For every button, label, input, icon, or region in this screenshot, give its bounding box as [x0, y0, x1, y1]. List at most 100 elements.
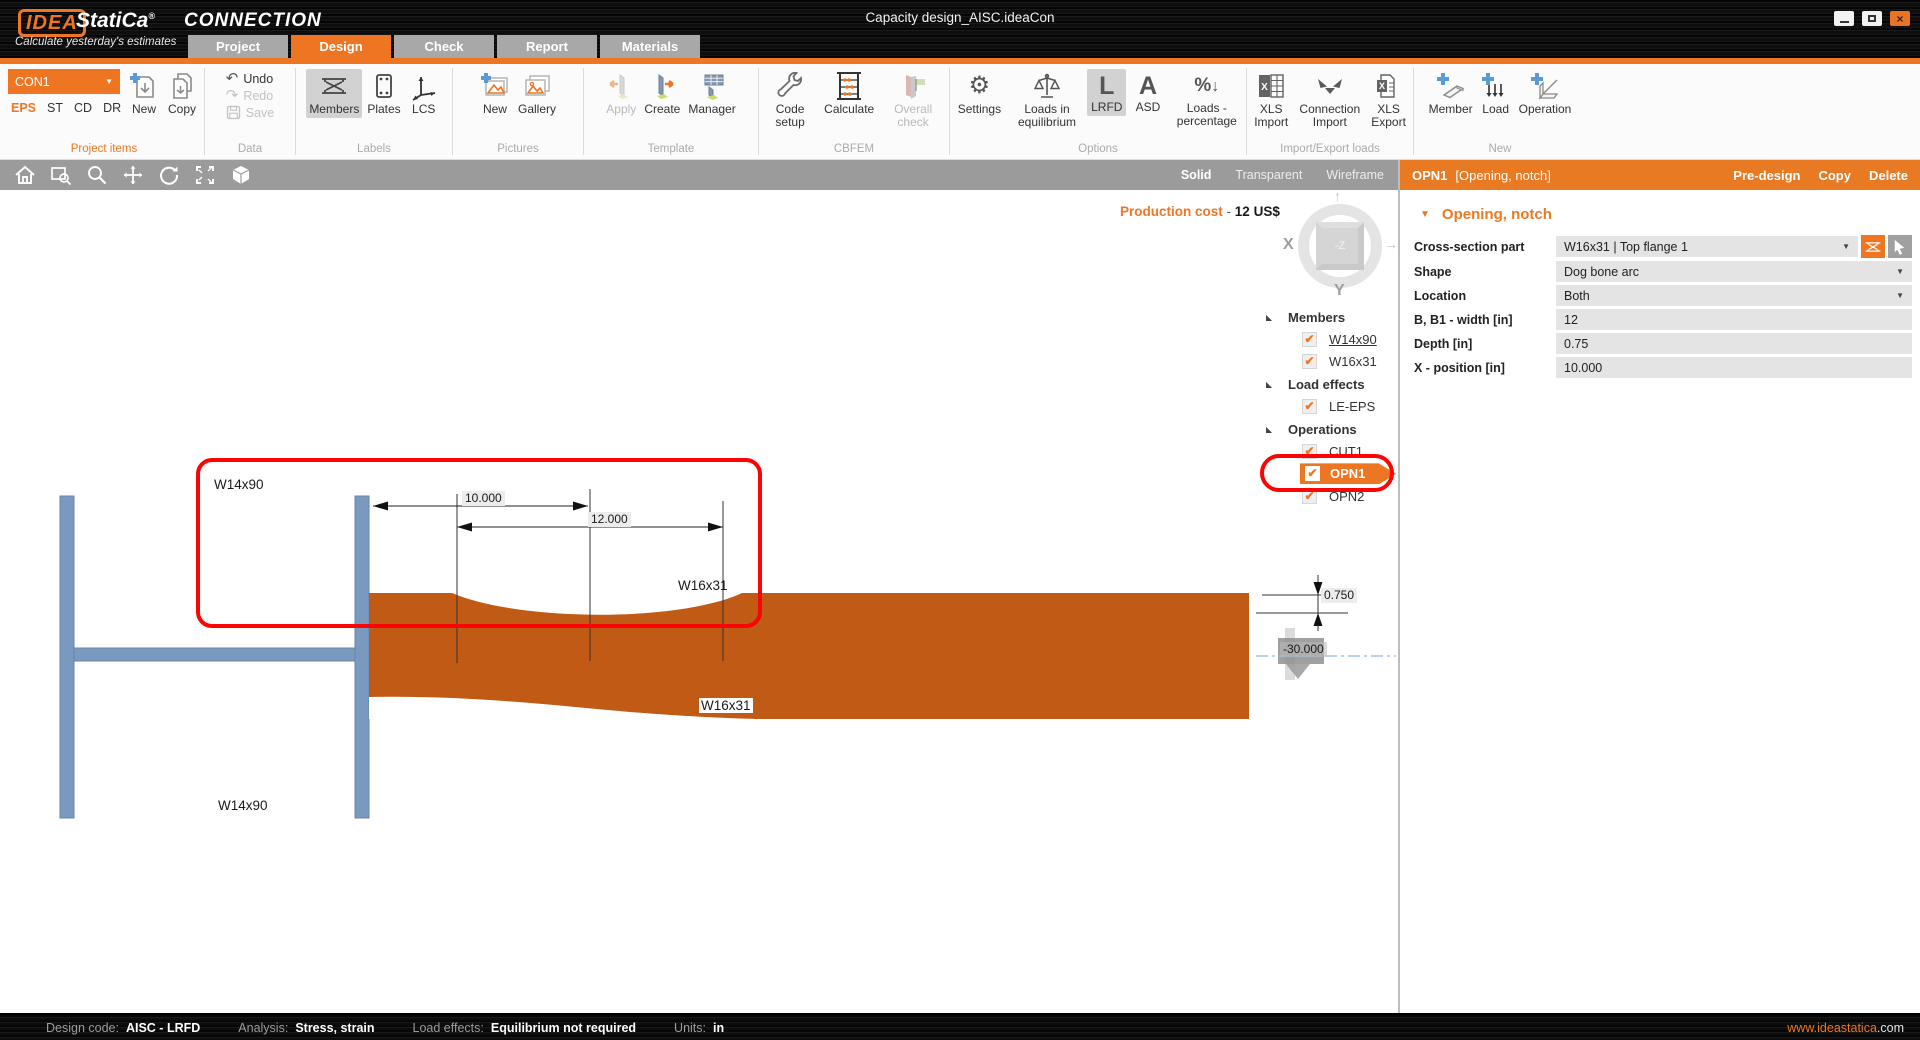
mode-eps[interactable]: EPS	[11, 101, 36, 115]
zoom-fit-icon[interactable]	[194, 164, 216, 186]
apply-template-button[interactable]: Apply	[603, 69, 639, 118]
tree-section-operations[interactable]: Operations	[1288, 422, 1357, 437]
window-controls: ×	[1834, 11, 1910, 26]
close-button[interactable]: ×	[1890, 11, 1910, 26]
gallery-button[interactable]: Gallery	[515, 69, 559, 118]
property-label: Depth [in]	[1414, 336, 1473, 351]
rotate-icon[interactable]	[158, 164, 180, 186]
property-label: B, B1 - width [in]	[1414, 312, 1513, 327]
copy-project-item-button[interactable]: Copy	[164, 69, 200, 118]
tab-report[interactable]: Report	[497, 35, 597, 58]
home-icon[interactable]	[14, 164, 36, 186]
create-label: Create	[644, 102, 681, 116]
undo-button[interactable]: ↶ Undo	[226, 71, 275, 86]
cursor-icon	[1894, 239, 1905, 255]
gallery-icon	[525, 75, 550, 96]
view-mode-solid[interactable]: Solid	[1181, 168, 1212, 182]
new-picture-icon	[480, 73, 508, 96]
width-input[interactable]: 12	[1556, 309, 1912, 330]
asd-button[interactable]: A ASD	[1128, 69, 1167, 116]
production-cost-label: Production cost	[1120, 204, 1223, 219]
calculate-button[interactable]: Calculate	[821, 69, 877, 118]
website-link[interactable]: www.ideastatica.com	[1787, 1021, 1904, 1035]
predesign-button[interactable]: Pre-design	[1733, 168, 1800, 183]
location-dropdown[interactable]: Both ▼	[1556, 285, 1912, 306]
status-value: Stress, strain	[295, 1020, 375, 1035]
delete-operation-button[interactable]: Delete	[1869, 168, 1908, 183]
depth-input[interactable]: 0.75	[1556, 333, 1912, 354]
minimize-button[interactable]	[1834, 11, 1854, 26]
new-project-item-button[interactable]: New	[126, 69, 162, 118]
main-tabs: Project Design Check Report Materials	[188, 35, 700, 58]
section-opening-notch[interactable]: ▼ Opening, notch	[1420, 206, 1912, 223]
status-value: in	[713, 1020, 725, 1035]
mode-dr[interactable]: DR	[103, 101, 121, 115]
members-labels-button[interactable]: Members	[306, 69, 363, 118]
shape-dropdown[interactable]: Dog bone arc ▼	[1556, 261, 1912, 282]
tab-project[interactable]: Project	[188, 35, 288, 58]
tree-item-w16x31[interactable]: ✔ W16x31	[1302, 354, 1377, 370]
expander-icon[interactable]: ◣	[1266, 380, 1278, 389]
group-label-labels: Labels	[357, 143, 391, 155]
code-setup-button[interactable]: Code setup	[761, 69, 819, 131]
save-button[interactable]: Save	[226, 105, 274, 120]
new-member-button[interactable]: Member	[1426, 69, 1476, 118]
cross-section-part-dropdown[interactable]: W16x31 | Top flange 1 ▼	[1556, 236, 1858, 257]
zoom-icon[interactable]	[86, 164, 108, 186]
pan-icon[interactable]	[122, 164, 144, 186]
xls-icon: X	[1376, 74, 1395, 98]
ribbon-separator	[452, 68, 453, 155]
zoom-window-icon[interactable]	[50, 164, 72, 186]
new-operation-button[interactable]: Operation	[1516, 69, 1575, 118]
connection-import-button[interactable]: Connection Import	[1295, 69, 1364, 131]
new-picture-button[interactable]: New	[477, 69, 513, 118]
production-cost-value: 12 US$	[1234, 204, 1280, 219]
template-manager-button[interactable]: Manager	[685, 69, 738, 118]
statica-logo: StatiCa®	[76, 9, 155, 33]
new-load-button[interactable]: Load	[1478, 69, 1514, 118]
settings-button[interactable]: ⚙ Settings	[952, 69, 1007, 118]
create-template-button[interactable]: Create	[641, 69, 683, 118]
mode-st[interactable]: ST	[47, 101, 63, 115]
expander-icon[interactable]: ◣	[1266, 425, 1278, 434]
group-label-template: Template	[647, 143, 695, 155]
xls-import-button[interactable]: X XLS Import	[1249, 69, 1293, 131]
plates-labels-button[interactable]: Plates	[364, 69, 403, 118]
model-canvas[interactable]: W14x90 W14x90 W16x31 W16x31 10.000 12.00…	[0, 190, 1398, 1013]
loads-in-equilibrium-button[interactable]: Loads in equilibrium	[1009, 69, 1085, 131]
manager-icon	[704, 74, 724, 100]
maximize-button[interactable]	[1862, 11, 1882, 26]
view-mode-transparent[interactable]: Transparent	[1235, 168, 1302, 182]
expander-icon[interactable]: ◣	[1266, 313, 1278, 322]
xls-export-button[interactable]: X XLS Export	[1366, 69, 1411, 131]
svg-text:X: X	[1261, 82, 1268, 93]
checkbox-checked-icon[interactable]: ✔	[1302, 354, 1317, 370]
tab-design[interactable]: Design	[291, 35, 391, 58]
apply-label: Apply	[606, 102, 637, 116]
tab-check[interactable]: Check	[394, 35, 494, 58]
solid-view-icon[interactable]	[230, 164, 252, 186]
tree-item-le-eps[interactable]: ✔ LE-EPS	[1302, 399, 1375, 415]
mode-cd[interactable]: CD	[74, 101, 92, 115]
main-area: Solid Transparent Wireframe W14x90 W14x9…	[0, 160, 1920, 1013]
cross-section-picker-button[interactable]	[1861, 235, 1885, 258]
checkbox-checked-icon[interactable]: ✔	[1302, 399, 1317, 415]
redo-button[interactable]: ↷ Redo	[226, 88, 275, 103]
select-in-scene-button[interactable]	[1888, 235, 1912, 258]
checkbox-checked-icon[interactable]: ✔	[1302, 332, 1317, 348]
tree-section-members[interactable]: Members	[1288, 310, 1345, 325]
overall-check-button[interactable]: Overall check	[879, 69, 947, 131]
tree-item-w14x90[interactable]: ✔ W14x90	[1302, 332, 1377, 348]
copy-operation-button[interactable]: Copy	[1818, 168, 1851, 183]
connection-selector[interactable]: CON1 ▼	[8, 69, 120, 94]
lcs-label: LCS	[412, 102, 436, 116]
x-position-input[interactable]: 10.000	[1556, 357, 1912, 378]
lrfd-button[interactable]: L LRFD	[1087, 69, 1127, 116]
orientation-widget[interactable]: -Z X Y ↑ →	[1283, 190, 1398, 299]
tab-materials[interactable]: Materials	[600, 35, 700, 58]
lcs-labels-button[interactable]: LCS	[406, 69, 442, 118]
svg-text:X: X	[1379, 81, 1385, 91]
tree-section-load-effects[interactable]: Load effects	[1288, 377, 1365, 392]
loads-percentage-button[interactable]: %↓ Loads - percentage	[1170, 69, 1244, 130]
view-mode-wireframe[interactable]: Wireframe	[1326, 168, 1384, 182]
